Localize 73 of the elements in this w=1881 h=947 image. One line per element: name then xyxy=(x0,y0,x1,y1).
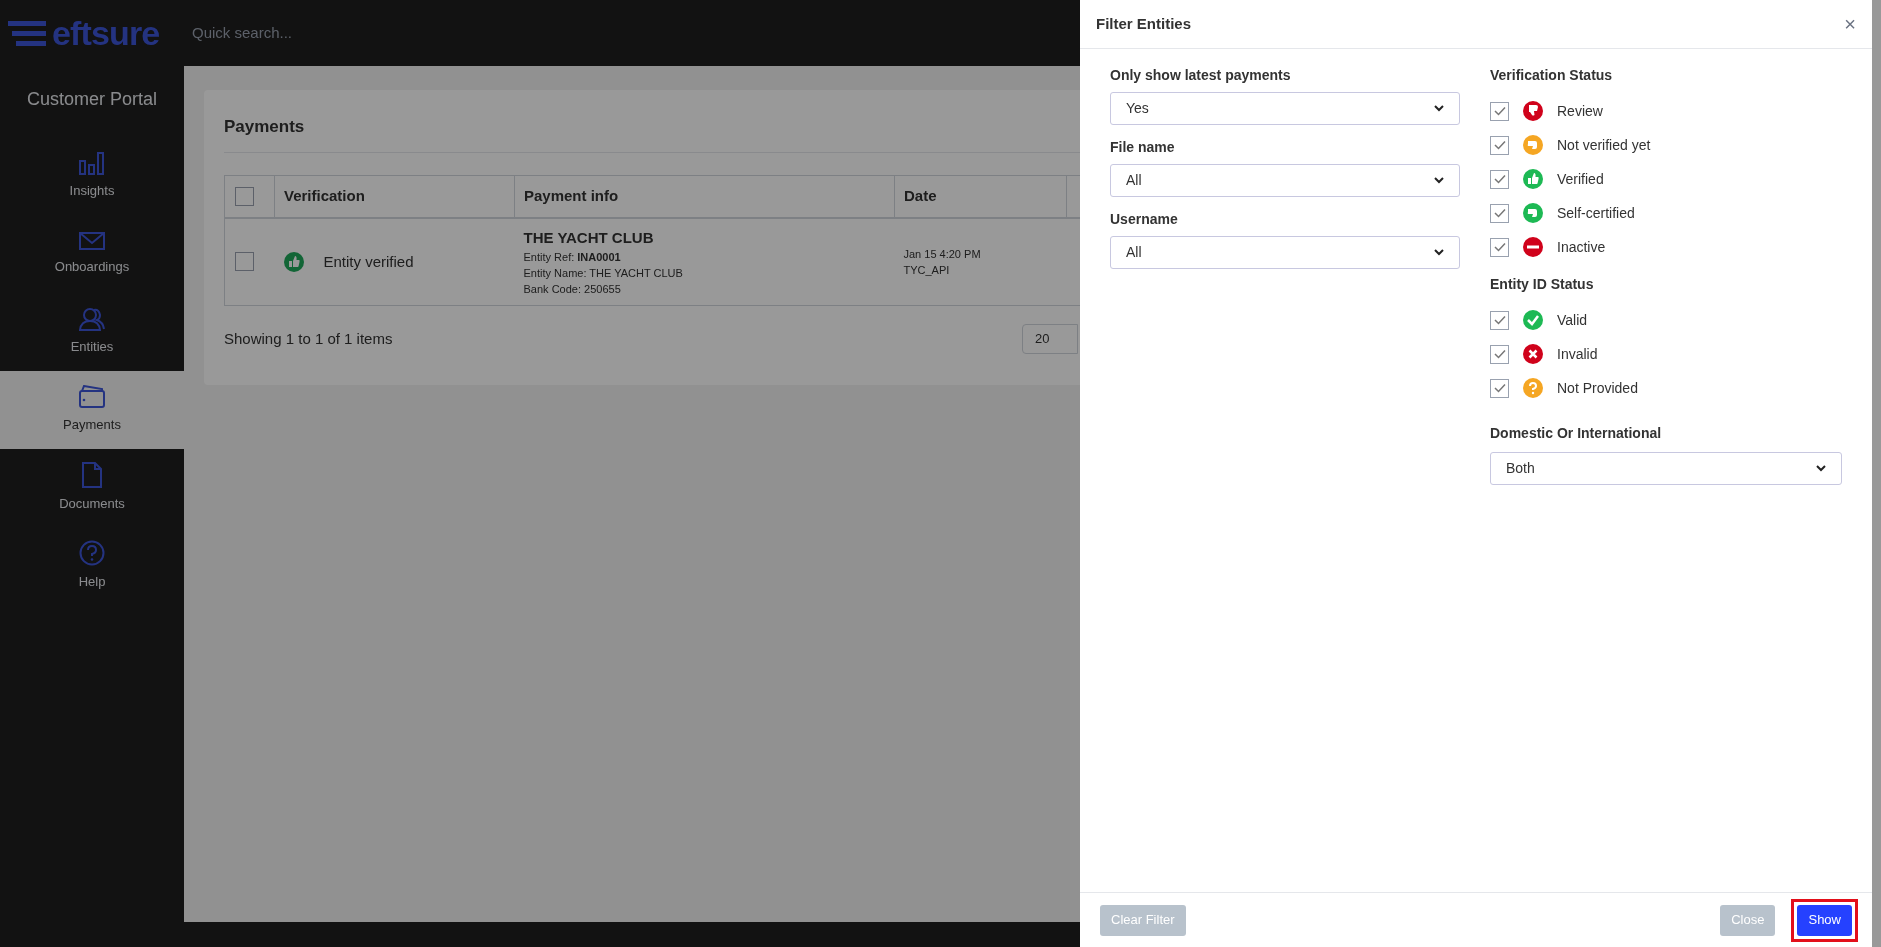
scrollbar[interactable] xyxy=(1872,0,1881,947)
group-title: Verification Status xyxy=(1490,66,1614,85)
panel-title: Filter Entities xyxy=(1096,13,1192,34)
checkbox[interactable] xyxy=(1490,310,1509,330)
checkmark-icon xyxy=(1493,383,1506,393)
field-label: Domestic Or International xyxy=(1490,424,1663,443)
checkbox[interactable] xyxy=(1490,344,1509,364)
nav-item[interactable]: Onboardings xyxy=(0,215,184,293)
option-label: Inactive xyxy=(1557,237,1606,257)
chevron-down-icon xyxy=(1434,105,1444,112)
checkmark-icon xyxy=(1493,174,1506,184)
checkmark-icon xyxy=(1493,242,1506,252)
checkmark-icon xyxy=(1493,349,1506,359)
option-label: Not Provided xyxy=(1557,378,1638,398)
users-icon xyxy=(79,307,105,332)
column-header: Payment info xyxy=(514,175,895,218)
envelope-icon xyxy=(79,231,105,252)
thumbs-up-icon xyxy=(283,251,304,272)
nav-item[interactable]: Insights xyxy=(0,137,184,215)
chevron-down-icon xyxy=(1434,249,1444,256)
checkbox[interactable] xyxy=(235,252,254,272)
select-field[interactable]: Yes xyxy=(1110,92,1460,125)
field-label: Username xyxy=(1110,210,1179,229)
nav-item[interactable]: Entities xyxy=(0,293,184,371)
column-header: Verification xyxy=(274,175,515,218)
payee-name: THE YACHT CLUB xyxy=(523,227,655,248)
option-label: Verified xyxy=(1557,169,1604,189)
checkbox[interactable] xyxy=(1490,169,1509,189)
payment-detail: Bank Code: 250655 xyxy=(523,282,622,297)
results-summary: Showing 1 to 1 of 1 items xyxy=(224,328,393,349)
field-label: File name xyxy=(1110,138,1176,157)
document-icon xyxy=(81,462,103,489)
option-label: Invalid xyxy=(1557,344,1598,364)
select-field[interactable]: All xyxy=(1110,236,1460,269)
column-header: Date xyxy=(894,175,1067,218)
page-title: Payments xyxy=(224,116,305,138)
option-label: Not verified yet xyxy=(1557,135,1651,155)
nav-item[interactable]: Payments xyxy=(0,371,184,449)
checkbox[interactable] xyxy=(1490,203,1509,223)
payment-user: TYC_API xyxy=(903,262,951,278)
chevron-down-icon xyxy=(1816,465,1826,472)
help-icon xyxy=(79,540,105,567)
checkbox[interactable] xyxy=(235,186,254,206)
select-field[interactable]: All xyxy=(1110,164,1460,197)
option-label: Review xyxy=(1557,101,1603,121)
checkbox[interactable] xyxy=(1490,101,1509,121)
payment-date: Jan 15 4:20 PM xyxy=(903,246,982,262)
field-label: Only show latest payments xyxy=(1110,66,1292,85)
chevron-down-icon xyxy=(1434,177,1444,184)
checkmark-icon xyxy=(1493,208,1506,218)
checkmark-icon xyxy=(1493,106,1506,116)
logo: eftsure xyxy=(0,16,184,50)
checkmark-icon xyxy=(1493,140,1506,150)
wallet-icon xyxy=(79,385,105,410)
filter-button[interactable]: Show xyxy=(1797,904,1852,936)
checkmark-icon xyxy=(1493,315,1506,325)
select-field[interactable]: Both xyxy=(1490,452,1842,485)
option-label: Self-certified xyxy=(1557,203,1635,223)
payment-detail: Entity Name: THE YACHT CLUB xyxy=(523,266,684,281)
close-button[interactable]: × xyxy=(1844,14,1856,34)
chart-icon xyxy=(79,151,105,176)
option-label: Valid xyxy=(1557,310,1588,330)
portal-title: Customer Portal xyxy=(25,88,158,111)
page-size-select[interactable]: 20 xyxy=(1022,324,1078,354)
payment-detail: Entity Ref: INA0001 xyxy=(523,250,622,265)
checkbox[interactable] xyxy=(1490,378,1509,398)
checkbox[interactable] xyxy=(1490,135,1509,155)
nav-item[interactable]: Documents xyxy=(0,449,184,527)
search-field[interactable]: Quick search... xyxy=(192,21,692,45)
checkbox[interactable] xyxy=(1490,237,1509,257)
verification-status: Entity verified xyxy=(323,251,414,272)
group-title: Entity ID Status xyxy=(1490,275,1595,294)
nav-item[interactable]: Help xyxy=(0,527,184,605)
